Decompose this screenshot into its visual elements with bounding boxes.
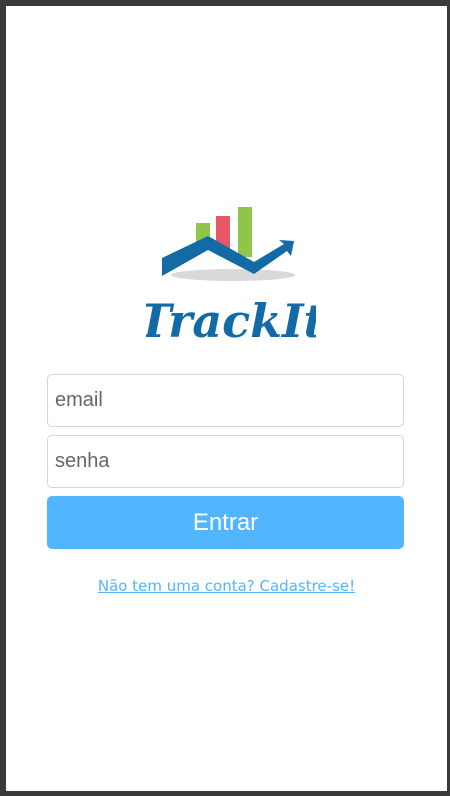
app-logo: TrackIt <box>146 196 316 346</box>
email-field[interactable] <box>47 374 404 427</box>
logo-text: TrackIt <box>146 294 316 346</box>
chart-arrow-logo-icon: TrackIt <box>146 207 316 346</box>
login-screen: TrackIt Entrar Não tem uma conta? Cadast… <box>6 6 447 791</box>
login-form: Entrar <box>47 374 404 549</box>
password-field[interactable] <box>47 435 404 488</box>
login-button[interactable]: Entrar <box>47 496 404 549</box>
signup-link[interactable]: Não tem uma conta? Cadastre-se! <box>6 577 447 595</box>
